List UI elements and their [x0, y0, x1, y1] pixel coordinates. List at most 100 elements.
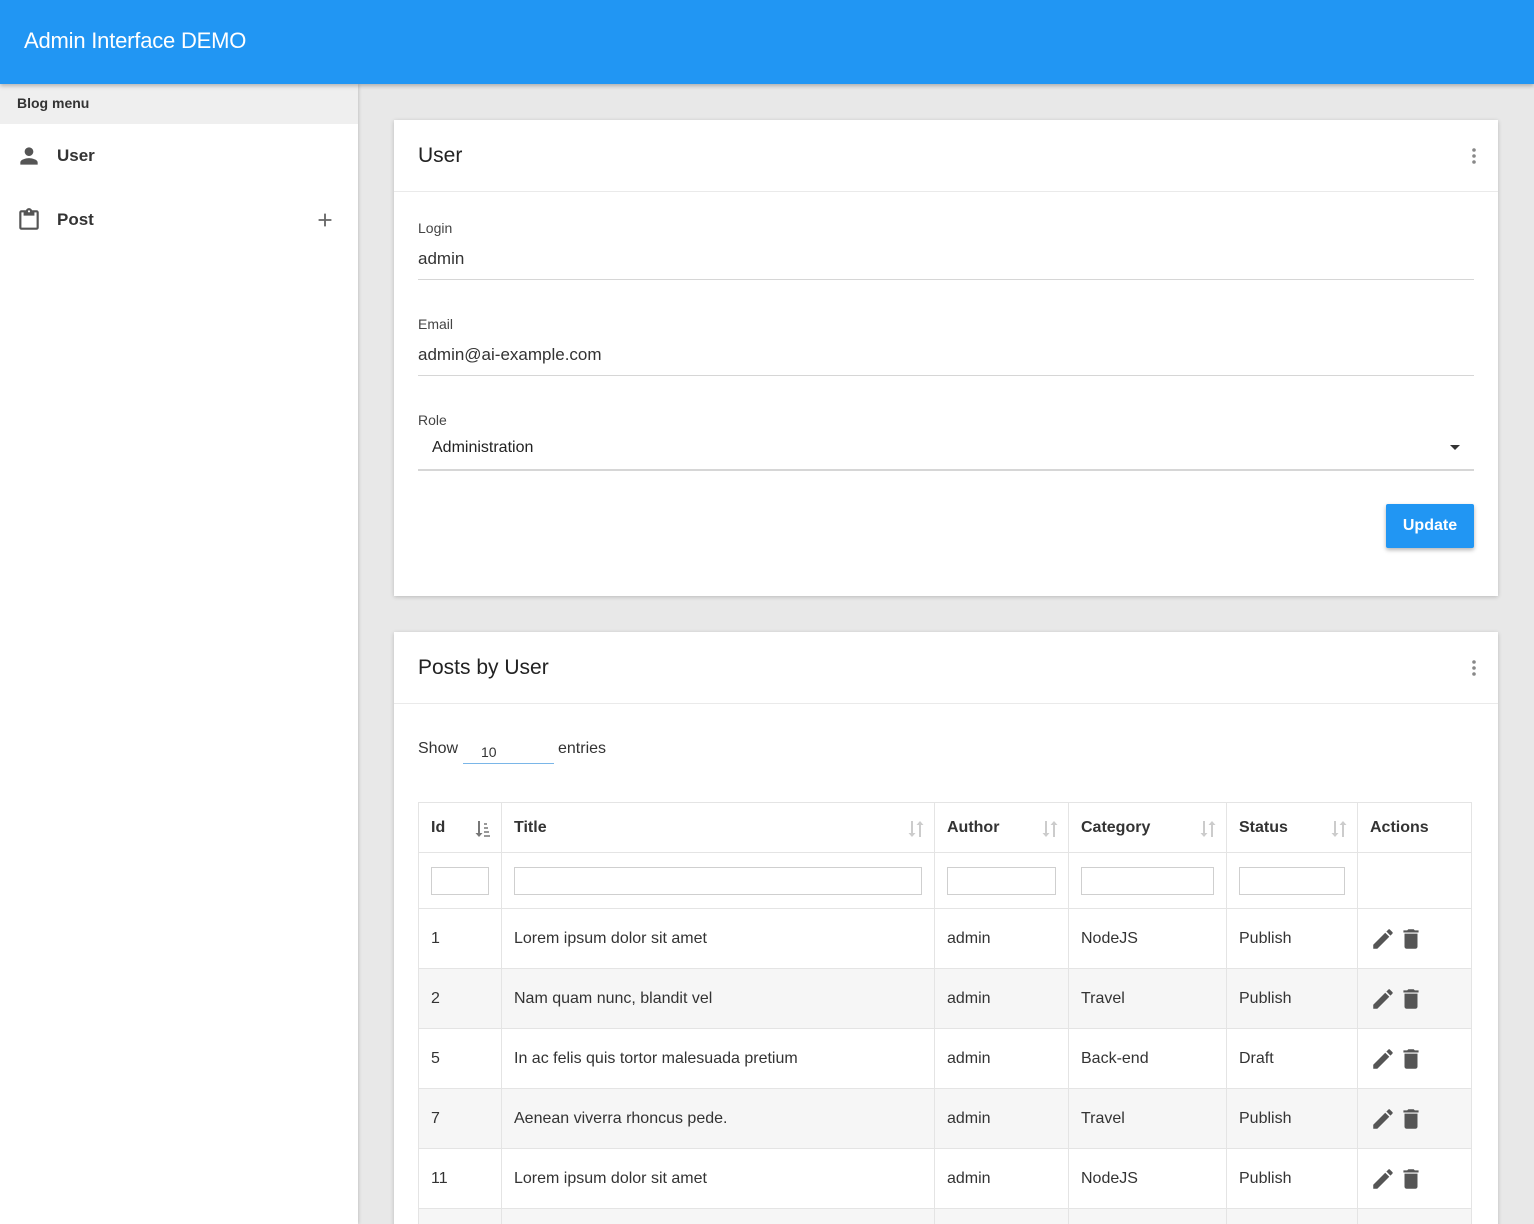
delete-icon[interactable] [1398, 986, 1424, 1012]
plus-icon[interactable] [314, 209, 336, 231]
sidebar-item-user[interactable]: User [0, 124, 358, 188]
cell-category: NodeJS [1068, 1148, 1227, 1209]
column-header-status[interactable]: Status [1226, 802, 1358, 853]
role-select[interactable]: Role Administration [418, 412, 1474, 471]
posts-table: Id Title Author Category Status Actions [418, 802, 1472, 1224]
sort-icon [1200, 821, 1216, 837]
cell-category: Travel [1068, 1088, 1227, 1149]
role-value: Administration [432, 439, 534, 456]
column-header-id[interactable]: Id [418, 802, 502, 853]
card-header: User [394, 120, 1498, 192]
sort-icon [1042, 821, 1058, 837]
app-bar: Admin Interface DEMO [0, 0, 1534, 84]
cell-category: NodeJS [1068, 908, 1227, 969]
cell-actions [1357, 968, 1472, 1029]
person-icon [20, 147, 38, 165]
filter-input-id[interactable] [431, 866, 489, 895]
table-row [418, 1208, 1472, 1224]
login-label: Login [418, 220, 453, 236]
cell-title: Aenean viverra rhoncus pede. [501, 1088, 935, 1149]
filter-cell [418, 852, 502, 909]
page-length-input[interactable] [463, 736, 554, 764]
table-row: 5 In ac felis quis tortor malesuada preti… [418, 1028, 1472, 1089]
edit-icon[interactable] [1370, 986, 1396, 1012]
cell-status [1226, 1208, 1358, 1224]
column-header-label: Actions [1370, 818, 1429, 836]
sort-icon [908, 821, 924, 837]
sort-ascending-icon [475, 821, 490, 837]
edit-icon[interactable] [1370, 1046, 1396, 1072]
cell-actions [1357, 1148, 1472, 1209]
email-value: admin@ai-example.com [418, 345, 602, 364]
sidebar-header: Blog menu [0, 84, 358, 124]
sidebar-item-post[interactable]: Post [0, 188, 358, 252]
cell-status: Publish [1226, 908, 1358, 969]
role-label: Role [418, 412, 447, 428]
cell-author: admin [934, 1088, 1069, 1149]
sidebar-item-label: Post [57, 210, 94, 229]
column-header-label: Status [1239, 818, 1288, 836]
more-vert-icon[interactable] [1468, 146, 1480, 166]
more-vert-icon[interactable] [1468, 658, 1480, 678]
cell-title: Nam quam nunc, blandit vel [501, 968, 935, 1029]
email-label: Email [418, 316, 454, 332]
update-button[interactable]: Update [1386, 504, 1474, 548]
card-header: Posts by User [394, 632, 1498, 704]
cell-id: 1 [418, 908, 502, 969]
filter-input-category[interactable] [1081, 866, 1214, 895]
table-row: 1 Lorem ipsum dolor sit amet admin NodeJS Pu… [418, 908, 1472, 969]
app-title: Admin Interface DEMO [24, 28, 247, 53]
cell-title: Lorem ipsum dolor sit amet [501, 908, 935, 969]
sort-icon [1331, 821, 1347, 837]
card-title: Posts by User [418, 656, 549, 679]
cell-status: Draft [1226, 1028, 1358, 1089]
sidebar: Blog menu User Post [0, 84, 358, 1224]
edit-icon[interactable] [1370, 1106, 1396, 1132]
edit-icon[interactable] [1370, 926, 1396, 952]
column-header-label: Author [947, 818, 1000, 836]
cell-actions [1357, 1208, 1472, 1224]
column-header-label: Title [514, 818, 547, 836]
filter-cell [934, 852, 1069, 909]
filter-row [418, 852, 1472, 909]
column-header-actions: Actions [1357, 802, 1472, 853]
cell-category: Travel [1068, 968, 1227, 1029]
filter-input-author[interactable] [947, 866, 1056, 895]
filter-cell [1068, 852, 1227, 909]
edit-icon[interactable] [1370, 1166, 1396, 1192]
login-field[interactable]: Login admin [418, 220, 1474, 280]
column-header-title[interactable]: Title [501, 802, 935, 853]
cell-author [934, 1208, 1069, 1224]
cell-title: Lorem ipsum dolor sit amet [501, 1148, 935, 1209]
delete-icon[interactable] [1398, 1046, 1424, 1072]
filter-cell [1226, 852, 1358, 909]
clipboard-icon [19, 208, 39, 230]
login-value: admin [418, 249, 465, 268]
cell-author: admin [934, 1028, 1069, 1089]
email-field[interactable]: Email admin@ai-example.com [418, 316, 1474, 376]
table-row: 7 Aenean viverra rhoncus pede. admin Travel… [418, 1088, 1472, 1149]
column-header-label: Id [431, 818, 446, 836]
delete-icon[interactable] [1398, 1166, 1424, 1192]
cell-actions [1357, 1088, 1472, 1149]
cell-id: 5 [418, 1028, 502, 1089]
cell-category: Back-end [1068, 1028, 1227, 1089]
column-header-author[interactable]: Author [934, 802, 1069, 853]
cell-author: admin [934, 968, 1069, 1029]
entries-label: entries [558, 740, 607, 757]
cell-id: 7 [418, 1088, 502, 1149]
delete-icon[interactable] [1398, 1106, 1424, 1132]
cell-status: Publish [1226, 1148, 1358, 1209]
cell-id: 11 [418, 1148, 502, 1209]
cell-actions [1357, 1028, 1472, 1089]
cell-status: Publish [1226, 968, 1358, 1029]
cell-id: 2 [418, 968, 502, 1029]
sidebar-item-label: User [57, 146, 95, 165]
table-row: 11 Lorem ipsum dolor sit amet admin NodeJS P… [418, 1148, 1472, 1209]
filter-input-title[interactable] [514, 866, 922, 895]
column-header-label: Category [1081, 818, 1151, 836]
filter-input-status[interactable] [1239, 866, 1345, 895]
cell-title: In ac felis quis tortor malesuada pretiu… [501, 1028, 935, 1089]
column-header-category[interactable]: Category [1068, 802, 1227, 853]
delete-icon[interactable] [1398, 926, 1424, 952]
